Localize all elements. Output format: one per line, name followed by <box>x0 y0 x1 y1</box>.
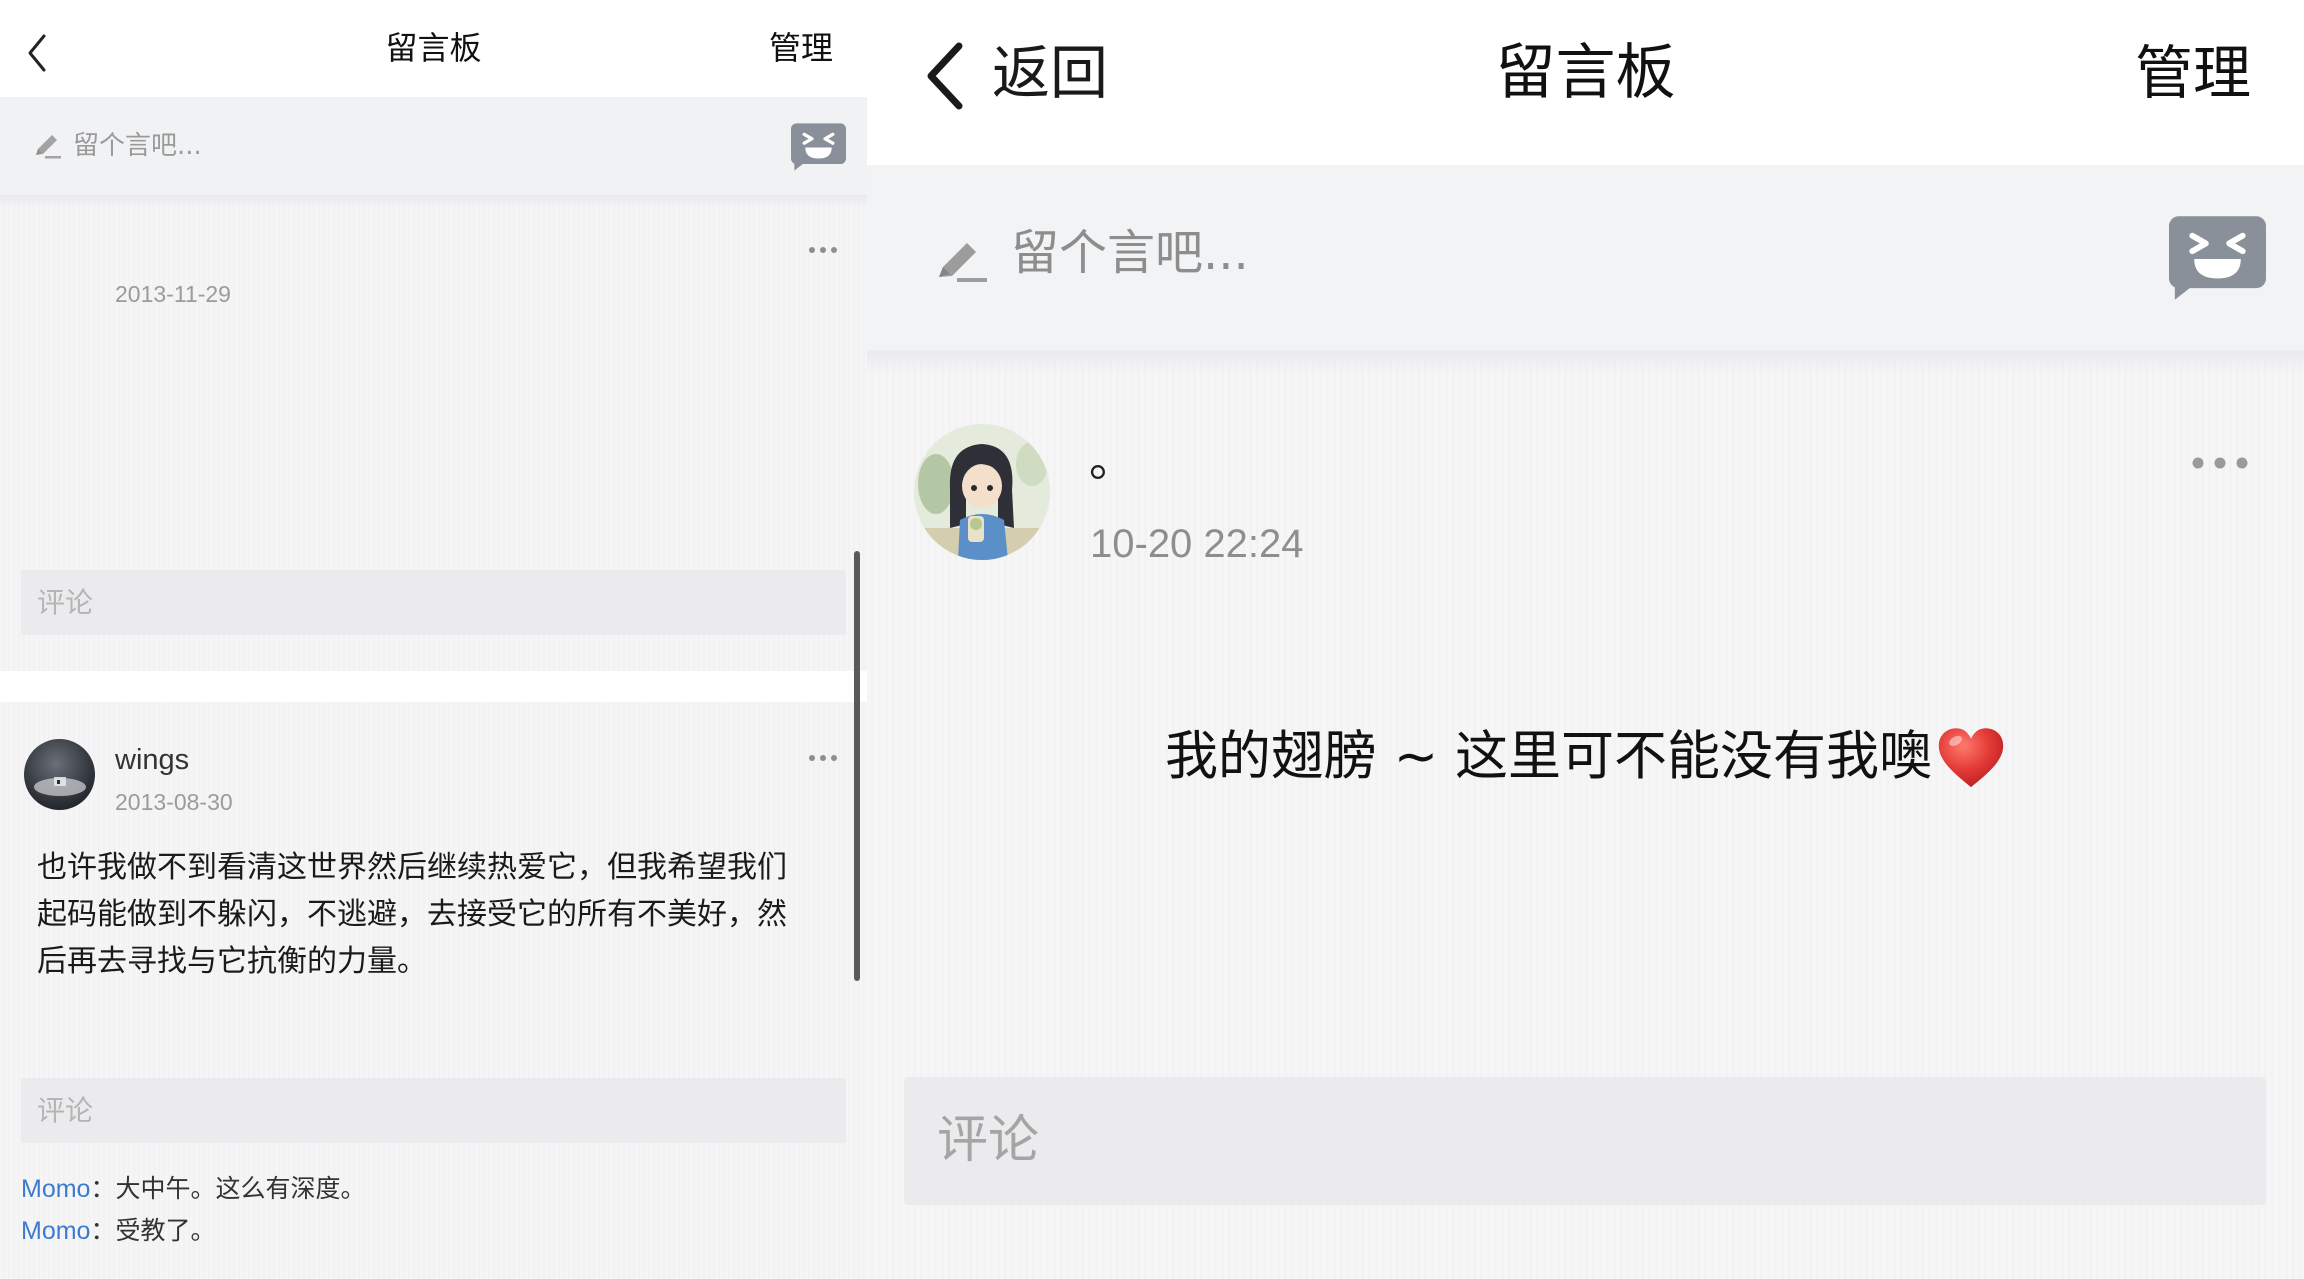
post-body-line: 也许我做不到看清这世界然后继续热爱它，但我希望我们 <box>37 850 787 885</box>
comment-placeholder: 评论 <box>37 1094 94 1127</box>
emoji-face-icon[interactable] <box>791 123 846 171</box>
reply-author[interactable]: Momo <box>21 1217 90 1245</box>
vertical-scrollbar[interactable] <box>854 551 860 981</box>
post-body: 也许我做不到看清这世界然后继续热爱它，但我希望我们 起码能做到不躲闪，不逃避，去… <box>37 844 837 985</box>
more-dots-icon[interactable] <box>808 752 838 764</box>
pencil-icon <box>939 243 987 282</box>
reply-text: 大中午。这么有深度。 <box>115 1174 366 1203</box>
right-message-board-panel: 返回 留言板 管理 留个言吧... 。 10-20 22:24 我的翅膀 ~ 这… <box>867 0 2304 1279</box>
reply-author[interactable]: Momo <box>21 1175 90 1203</box>
manage-button[interactable]: 管理 <box>2135 36 2251 110</box>
avatar-photo <box>24 739 95 810</box>
post-message: 我的翅膀 ~ 这里可不能没有我噢 <box>867 717 2304 797</box>
reply-separator: ： <box>90 1174 116 1203</box>
manage-button[interactable]: 管理 <box>769 0 833 97</box>
red-heart-icon <box>1938 728 2004 788</box>
more-dots-icon[interactable] <box>808 244 838 256</box>
avatar[interactable] <box>914 424 1050 560</box>
message-composer[interactable]: 留个言吧... <box>867 165 2304 350</box>
composer-shadow <box>867 350 2304 376</box>
avatar[interactable] <box>24 739 95 810</box>
left-message-board-panel: 留言板 管理 留个言吧... 2013-11-29 评论 wings 2013-… <box>0 0 867 1279</box>
reply-text: 受教了。 <box>115 1216 216 1245</box>
post-date: 2013-08-30 <box>115 789 233 815</box>
pencil-icon <box>36 135 61 159</box>
header-bar: 留言板 管理 <box>0 0 867 97</box>
composer-shadow <box>0 195 867 209</box>
post-body-line: 后再去寻找与它抗衡的力量。 <box>37 944 427 979</box>
page-title: 留言板 <box>1495 38 1676 108</box>
post-body-line: 起码能做到不躲闪，不逃避，去接受它的所有不美好，然 <box>37 897 787 932</box>
comment-placeholder: 评论 <box>937 1111 1040 1170</box>
post-date: 2013-11-29 <box>115 281 231 307</box>
message-composer[interactable]: 留个言吧... <box>0 97 867 195</box>
message-input-placeholder[interactable]: 留个言吧... <box>73 97 202 195</box>
comment-placeholder: 评论 <box>37 586 94 619</box>
comment-input[interactable]: 评论 <box>21 1078 846 1143</box>
screenshot-stage: 留言板 管理 留个言吧... 2013-11-29 评论 wings 2013-… <box>0 0 2304 1279</box>
comment-input[interactable]: 评论 <box>904 1077 2266 1205</box>
header-bar: 返回 留言板 管理 <box>867 0 2304 165</box>
comment-input[interactable]: 评论 <box>21 570 846 635</box>
post-message-text: 我的翅膀 ~ 这里可不能没有我噢 <box>1164 726 1933 787</box>
reply-item: Momo：受教了。 <box>21 1214 216 1248</box>
avatar-illustration <box>914 424 1050 560</box>
message-input-placeholder[interactable]: 留个言吧... <box>1011 216 1249 290</box>
post-separator <box>0 671 867 702</box>
reply-separator: ： <box>90 1216 116 1245</box>
post-author[interactable]: wings <box>115 743 189 777</box>
page-title: 留言板 <box>385 29 482 67</box>
reply-item: Momo：大中午。这么有深度。 <box>21 1172 366 1206</box>
post-time: 10-20 22:24 <box>1090 522 1304 566</box>
post-author[interactable]: 。 <box>1089 430 1135 490</box>
more-dots-icon[interactable] <box>2192 457 2248 469</box>
emoji-face-icon[interactable] <box>2169 216 2266 300</box>
